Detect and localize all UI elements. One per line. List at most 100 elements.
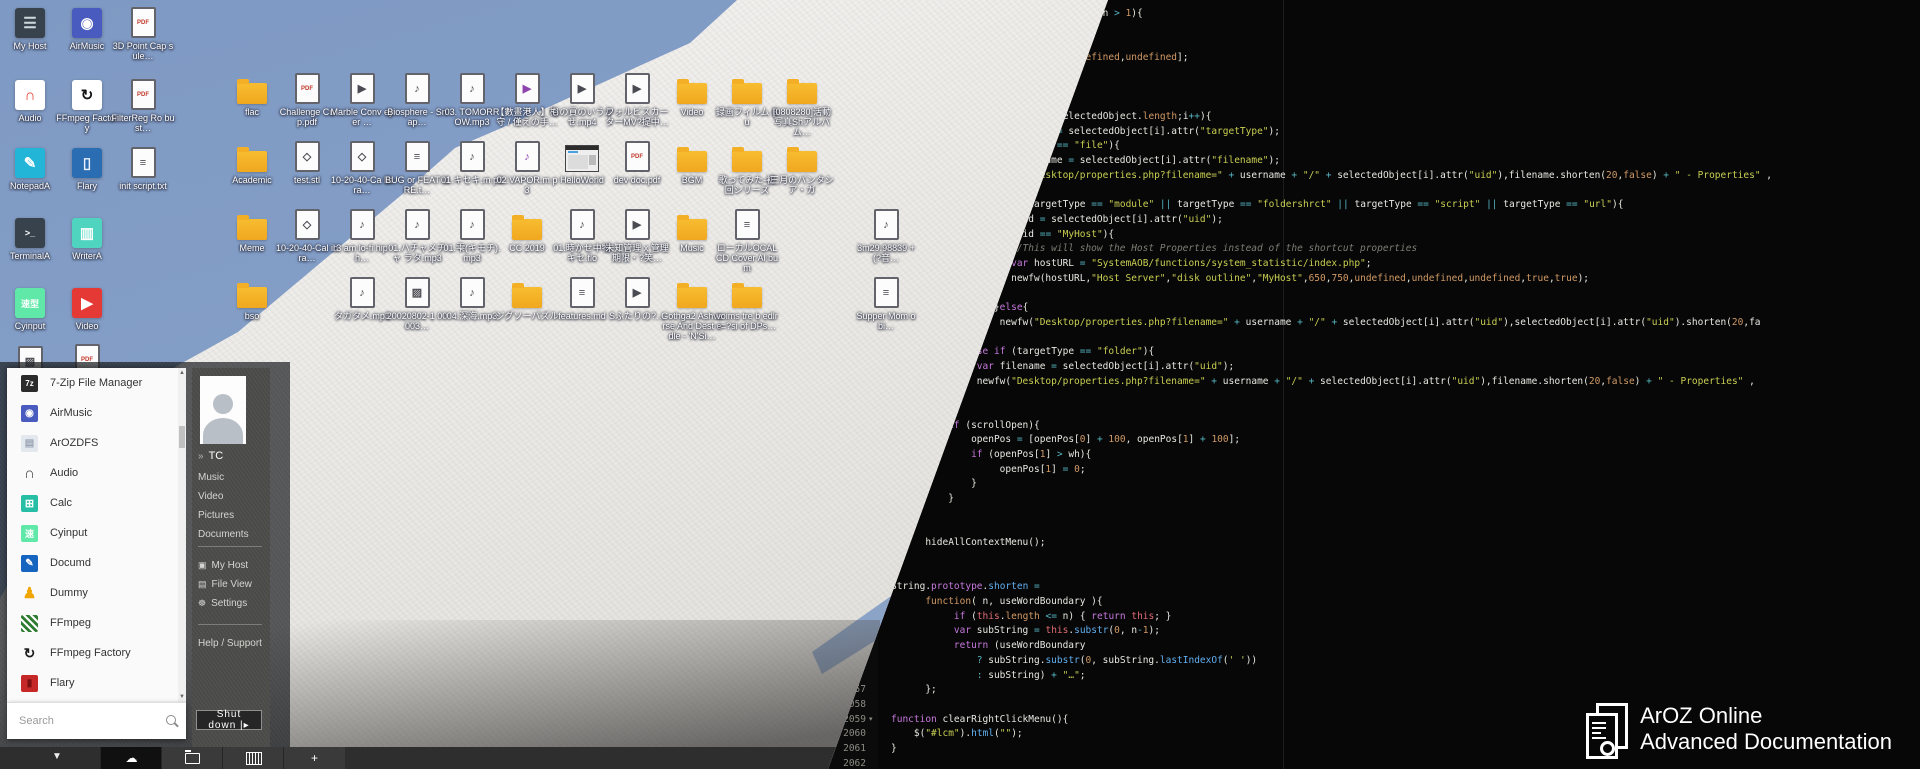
start-menu-item[interactable]: ▤ArOZDFS <box>7 428 178 458</box>
search-icon[interactable] <box>166 715 176 725</box>
code-line: } <box>891 741 897 756</box>
place-icon: ▤ <box>198 579 207 589</box>
start-menu-item[interactable]: 7z7-Zip File Manager <box>7 368 178 398</box>
code-fold-icon[interactable]: ▾ <box>869 712 873 727</box>
scrollbar-thumb[interactable] <box>179 426 185 448</box>
library-link-pictures[interactable]: Pictures <box>198 510 234 521</box>
folder-icon <box>237 287 267 308</box>
taskbar-folder-tab[interactable] <box>161 747 223 769</box>
desktop-icon[interactable]: ◉AirMusic <box>55 8 119 51</box>
taskbar-new-tab[interactable]: + <box>283 747 345 769</box>
desktop-icon[interactable]: ▥WriterA <box>55 218 119 261</box>
image-file-icon: ▨ <box>405 277 430 308</box>
desktop-icon[interactable]: ▶Video <box>55 288 119 331</box>
folder-icon <box>787 83 817 104</box>
desktop-icon[interactable]: 三月のパンタシア・ガ <box>770 142 834 195</box>
desktop-icon[interactable]: ☰My Host <box>0 8 62 51</box>
start-menu-item[interactable]: ↻FFmpeg Factory <box>7 638 178 668</box>
app-icon: ▤ <box>21 435 38 452</box>
text-file-icon: ≡ <box>405 141 430 172</box>
start-menu-item[interactable]: ∩Audio <box>7 458 178 488</box>
app-icon: ◉ <box>21 405 38 422</box>
desktop-icon[interactable]: ✎NotepadA <box>0 148 62 191</box>
video-app-icon: ▶ <box>72 288 102 318</box>
desktop-icon[interactable]: [0808280]活動写真Shアルバム… <box>770 74 834 137</box>
desktop-icon-label: [0808280]活動写真Shアルバム… <box>770 107 834 137</box>
documentation-icon <box>1586 703 1626 755</box>
desktop-icon-label: 3D Point Cap sule… <box>111 41 175 61</box>
desktop-icon[interactable]: >_TerminalA <box>0 218 62 261</box>
start-menu-item[interactable]: 速Cyinput <box>7 518 178 548</box>
my-host-app-icon: ☰ <box>15 8 45 38</box>
code-line: newfw("Desktop/properties.php?filename="… <box>891 374 1755 389</box>
start-menu-item[interactable]: ◉ AirMusic <box>7 398 178 428</box>
webapp-icon <box>565 145 599 172</box>
desktop-icon-label: 3m29.98839 +(?音… <box>854 243 918 263</box>
audio-file-icon: ♪ <box>405 73 430 104</box>
video-file-icon: ▶ <box>570 73 595 104</box>
folder-icon <box>185 753 200 764</box>
text-file-icon: ≡ <box>131 147 156 178</box>
taskbar-collapse-icon[interactable]: ▼ <box>52 751 62 762</box>
app-icon <box>21 615 38 632</box>
folder-icon <box>237 151 267 172</box>
scroll-up-icon[interactable]: ▲ <box>178 370 186 376</box>
start-menu-item[interactable]: ▮Flary <box>7 668 178 698</box>
desktop-icon[interactable]: ∩Audio <box>0 80 62 123</box>
video-file-icon: ▶ <box>625 277 650 308</box>
desktop-icon-label: Audio <box>0 113 62 123</box>
start-menu-item[interactable]: ✎Documd <box>7 548 178 578</box>
start-menu-app-list: 7z7-Zip File Manager ◉ AirMusic ▤ArOZDFS∩Au… <box>7 368 178 702</box>
desktop-icon[interactable]: ♪3m29.98839 +(?音… <box>854 210 918 263</box>
app-icon: ↻ <box>21 645 38 662</box>
library-link-video[interactable]: Video <box>198 491 223 502</box>
taskbar-film-tab[interactable] <box>222 747 284 769</box>
folder-icon <box>732 83 762 104</box>
desktop-icon[interactable]: ≡init script.txt <box>111 148 175 191</box>
code-line: newfw("Desktop/properties.php?filename="… <box>891 315 1761 330</box>
start-menu-item-label: 7-Zip File Manager <box>50 377 142 389</box>
start-menu-item-label: Audio <box>50 467 78 479</box>
start-menu-item-label: AirMusic <box>50 407 92 419</box>
code-line: String.prototype.shorten = <box>891 579 1040 594</box>
desktop-icon-label: FilterReg Ro bust… <box>111 113 175 133</box>
desktop-icon[interactable]: 速型Cyinput <box>0 288 62 331</box>
start-menu-item[interactable]: FFmpeg <box>7 608 178 638</box>
user-name[interactable]: »TC <box>198 450 223 462</box>
writera-app-icon: ▥ <box>72 218 102 248</box>
desktop-icon[interactable]: PDFFilterReg Ro bust… <box>111 80 175 133</box>
place-link-my-host[interactable]: ▣My Host <box>198 560 248 571</box>
place-icon: ☸ <box>198 598 206 608</box>
place-link-file-view[interactable]: ▤File View <box>198 579 252 590</box>
start-menu-scrollbar[interactable]: ▲ ▼ <box>178 368 186 702</box>
desktop-icon[interactable]: ≡Supper Mom obi… <box>854 278 918 331</box>
desktop-icon[interactable]: ▯Flary <box>55 148 119 191</box>
screenshot-stage: if (selected.length > 1){openPos = [unde… <box>0 0 1920 769</box>
desktop-icon[interactable]: voims tre b edlr -=?si of DPs… <box>715 278 779 331</box>
flary-app-icon: ▯ <box>72 148 102 178</box>
scroll-down-icon[interactable]: ▼ <box>178 694 186 700</box>
start-menu-item-label: Documd <box>50 557 91 569</box>
desktop-icon[interactable]: PDF3D Point Cap sule… <box>111 8 175 61</box>
video-file-icon: ▶ <box>625 209 650 240</box>
taskbar-cloud-tab[interactable]: ☁ <box>100 747 162 769</box>
divider <box>198 624 262 625</box>
folder-icon <box>237 83 267 104</box>
place-link-settings[interactable]: ☸Settings <box>198 598 247 609</box>
shutdown-button[interactable]: Shut down |▸ <box>196 710 262 730</box>
audio-file-icon: ♪ <box>460 277 485 308</box>
start-menu-item[interactable]: ⊞Calc <box>7 488 178 518</box>
desktop-icon[interactable]: ≡ローカルOCAL CD Cover Al bum <box>715 210 779 273</box>
help-support-link[interactable]: Help / Support <box>198 638 262 649</box>
library-link-music[interactable]: Music <box>198 472 224 483</box>
code-line: if (this.length <= n) { return this; } <box>891 609 1171 624</box>
library-link-documents[interactable]: Documents <box>198 529 249 540</box>
folder-icon <box>512 219 542 240</box>
app-icon: ⊞ <box>21 495 38 512</box>
start-menu-item[interactable]: ♟Dummy <box>7 578 178 608</box>
search-input[interactable] <box>7 703 186 739</box>
avatar[interactable] <box>200 376 246 444</box>
desktop-icon[interactable]: ↻FFmpeg Factory <box>55 80 119 133</box>
desktop-icon[interactable]: bso <box>220 278 284 321</box>
text-file-icon: ≡ <box>570 277 595 308</box>
